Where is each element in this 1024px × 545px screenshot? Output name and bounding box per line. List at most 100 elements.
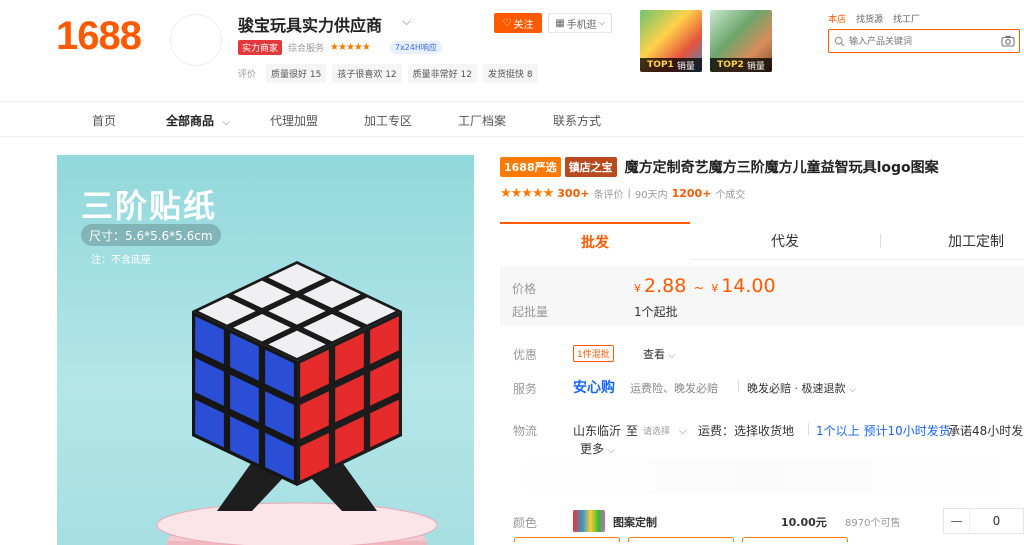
purchase-tabs: 批发 代发 加工定制 [500,222,1024,260]
top-rank-label: TOP1 销量 [640,58,702,72]
site-logo[interactable]: 1688 [56,14,142,59]
price-label: 价格 [512,282,537,296]
chevron-down-icon[interactable]: ⌵ [402,14,411,29]
service-score-label: 综合服务 [288,43,325,54]
reviews-count[interactable]: 300+ [557,187,589,200]
chevron-down-icon: ⌵ [849,385,856,395]
ship-from: 山东临沂 [573,424,622,438]
search-tab-shop[interactable]: 本店 [828,12,846,25]
heart-icon: ♡ [502,17,512,29]
ship-promise: 承诺48小时发 [948,424,1024,438]
chevron-down-icon: ⌵ [222,117,230,128]
camera-icon[interactable] [997,35,1019,47]
price-range: ¥2.88 ~ ¥14.00 [634,275,776,297]
tab-dropship[interactable]: 代发 [690,222,880,260]
nav-factory-profile[interactable]: 工厂档案 [458,112,506,129]
service-stars: ★★★★★ [330,41,371,53]
promo-label: 优惠 [513,348,538,362]
search-tab-source[interactable]: 找货源 [856,12,883,25]
review-tag[interactable]: 孩子很喜欢 12 [332,64,402,83]
period-label: 90天内 [634,190,668,201]
chevron-down-icon: ⌵ [678,426,687,437]
ratings-label: 评价 [238,70,257,80]
price-low: 2.88 [644,275,687,297]
shop-badges: 实力商家 综合服务 ★★★★★ 7x24H响应 [238,39,442,55]
qr-code-icon: ▦ [555,17,565,29]
mobile-browse-button[interactable]: ▦ 手机逛 ⌵ [548,13,612,33]
image-note-text: 注：不含底座 [91,255,151,266]
moq-label: 起批量 [512,305,549,319]
top1-product-thumb[interactable]: TOP1 销量 [640,10,702,72]
image-title-text: 三阶贴纸 [81,187,218,225]
service-items: 运费险、晚发必赔 [630,382,718,395]
sku-price: 10.00元 [781,516,827,529]
color-label: 颜色 [513,516,538,530]
review-tag[interactable]: 质量很好 15 [266,64,327,83]
decorative-band [500,458,1024,494]
nav-home[interactable]: 首页 [92,112,116,129]
bottom-action-button[interactable] [514,537,620,542]
follow-label: 关注 [513,19,534,31]
chevron-down-icon: ⌵ [607,446,615,456]
strength-merchant-badge: 实力商家 [238,39,283,55]
review-tag[interactable]: 发货挺快 8 [483,64,538,83]
search-box [828,29,1020,53]
sku-stock: 8970个可售 [845,518,901,529]
bottom-action-button[interactable] [628,537,734,542]
anxingou-brand[interactable]: 安心购 [573,377,615,397]
product-main-image[interactable]: 三阶贴纸 尺寸：5.6*5.6*5.6cm 注：不含底座 [57,155,474,545]
search-tabs: 本店 找货源 找工厂 [828,12,920,25]
destination-select[interactable]: 请选择 ⌵ [643,424,686,437]
ship-to-label: 至 [626,424,639,438]
price-panel: 价格 ¥2.88 ~ ¥14.00 起批量 1个起批 [500,266,1024,326]
nav-contact[interactable]: 联系方式 [553,112,601,129]
search-input[interactable] [849,36,997,46]
shipping-fee: 运费：选择收货地 [698,424,795,438]
review-tags: 评价 质量很好 15 孩子很喜欢 12 质量非常好 12 发货挺快 8 [238,64,538,83]
price-high: 14.00 [721,275,776,297]
tab-custom-processing[interactable]: 加工定制 [880,222,1024,260]
top2-product-thumb[interactable]: TOP2 销量 [710,10,772,72]
search-tab-factory[interactable]: 找工厂 [893,12,920,25]
top-rank-label: TOP2 销量 [710,58,772,72]
chevron-down-icon: ⌵ [598,18,605,27]
sold-label: 个成交 [715,190,746,201]
quantity-stepper[interactable]: — 0 [943,508,1024,534]
nav-agency[interactable]: 代理加盟 [270,112,318,129]
review-tag[interactable]: 质量非常好 12 [407,64,477,83]
service-divider [738,380,739,392]
sku-name: 图案定制 [613,516,657,529]
logistics-label: 物流 [513,424,538,438]
logistics-more-link[interactable]: 更多 ⌵ [580,440,615,457]
product-stats: ★★★★★ 300+ 条评价 | 90天内 1200+ 个成交 [500,186,745,201]
shop-header: 1688 骏宝玩具实力供应商 ⌵ 实力商家 综合服务 ★★★★★ 7x24H响应… [0,0,1024,100]
quantity-value[interactable]: 0 [970,509,1023,533]
shop-avatar[interactable] [170,14,222,66]
service-items-dropdown[interactable]: 晚发必赔 · 极速退款 ⌵ [747,380,856,396]
yanxuan-tag: 1688严选 [500,157,561,177]
nav-all-products[interactable]: 全部商品 ⌵ [166,112,230,129]
promo-view-link[interactable]: 查看 ⌵ [643,346,675,362]
moq-value: 1个起批 [634,305,678,319]
mobile-label: 手机逛 [566,19,597,31]
shop-treasure-tag: 镇店之宝 [564,157,617,177]
ship-time: 1个以上 预计10小时发货 [816,424,951,438]
search-icon [829,36,849,47]
shop-name[interactable]: 骏宝玩具实力供应商 [238,12,382,36]
nav-processing[interactable]: 加工专区 [364,112,412,129]
service-label: 服务 [513,382,538,396]
tab-wholesale[interactable]: 批发 [500,222,690,260]
sold-count: 1200+ [671,187,712,200]
mixed-batch-tag: 1件混批 [573,345,614,362]
sku-thumbnail[interactable] [573,510,605,532]
logistics-divider [808,423,809,435]
chevron-down-icon: ⌵ [668,351,676,361]
stat-separator: | [627,188,631,199]
reviews-label: 条评价 [593,190,624,201]
follow-button[interactable]: ♡ 关注 [494,13,542,33]
product-title: 魔方定制奇艺魔方三阶魔方儿童益智玩具logo图案 [624,160,939,176]
bottom-action-button[interactable] [742,537,848,542]
decrease-button[interactable]: — [944,509,970,533]
rubiks-cube-illustration [156,261,438,545]
shop-nav: 首页 全部商品 ⌵ 代理加盟 加工专区 工厂档案 联系方式 [0,101,1024,137]
